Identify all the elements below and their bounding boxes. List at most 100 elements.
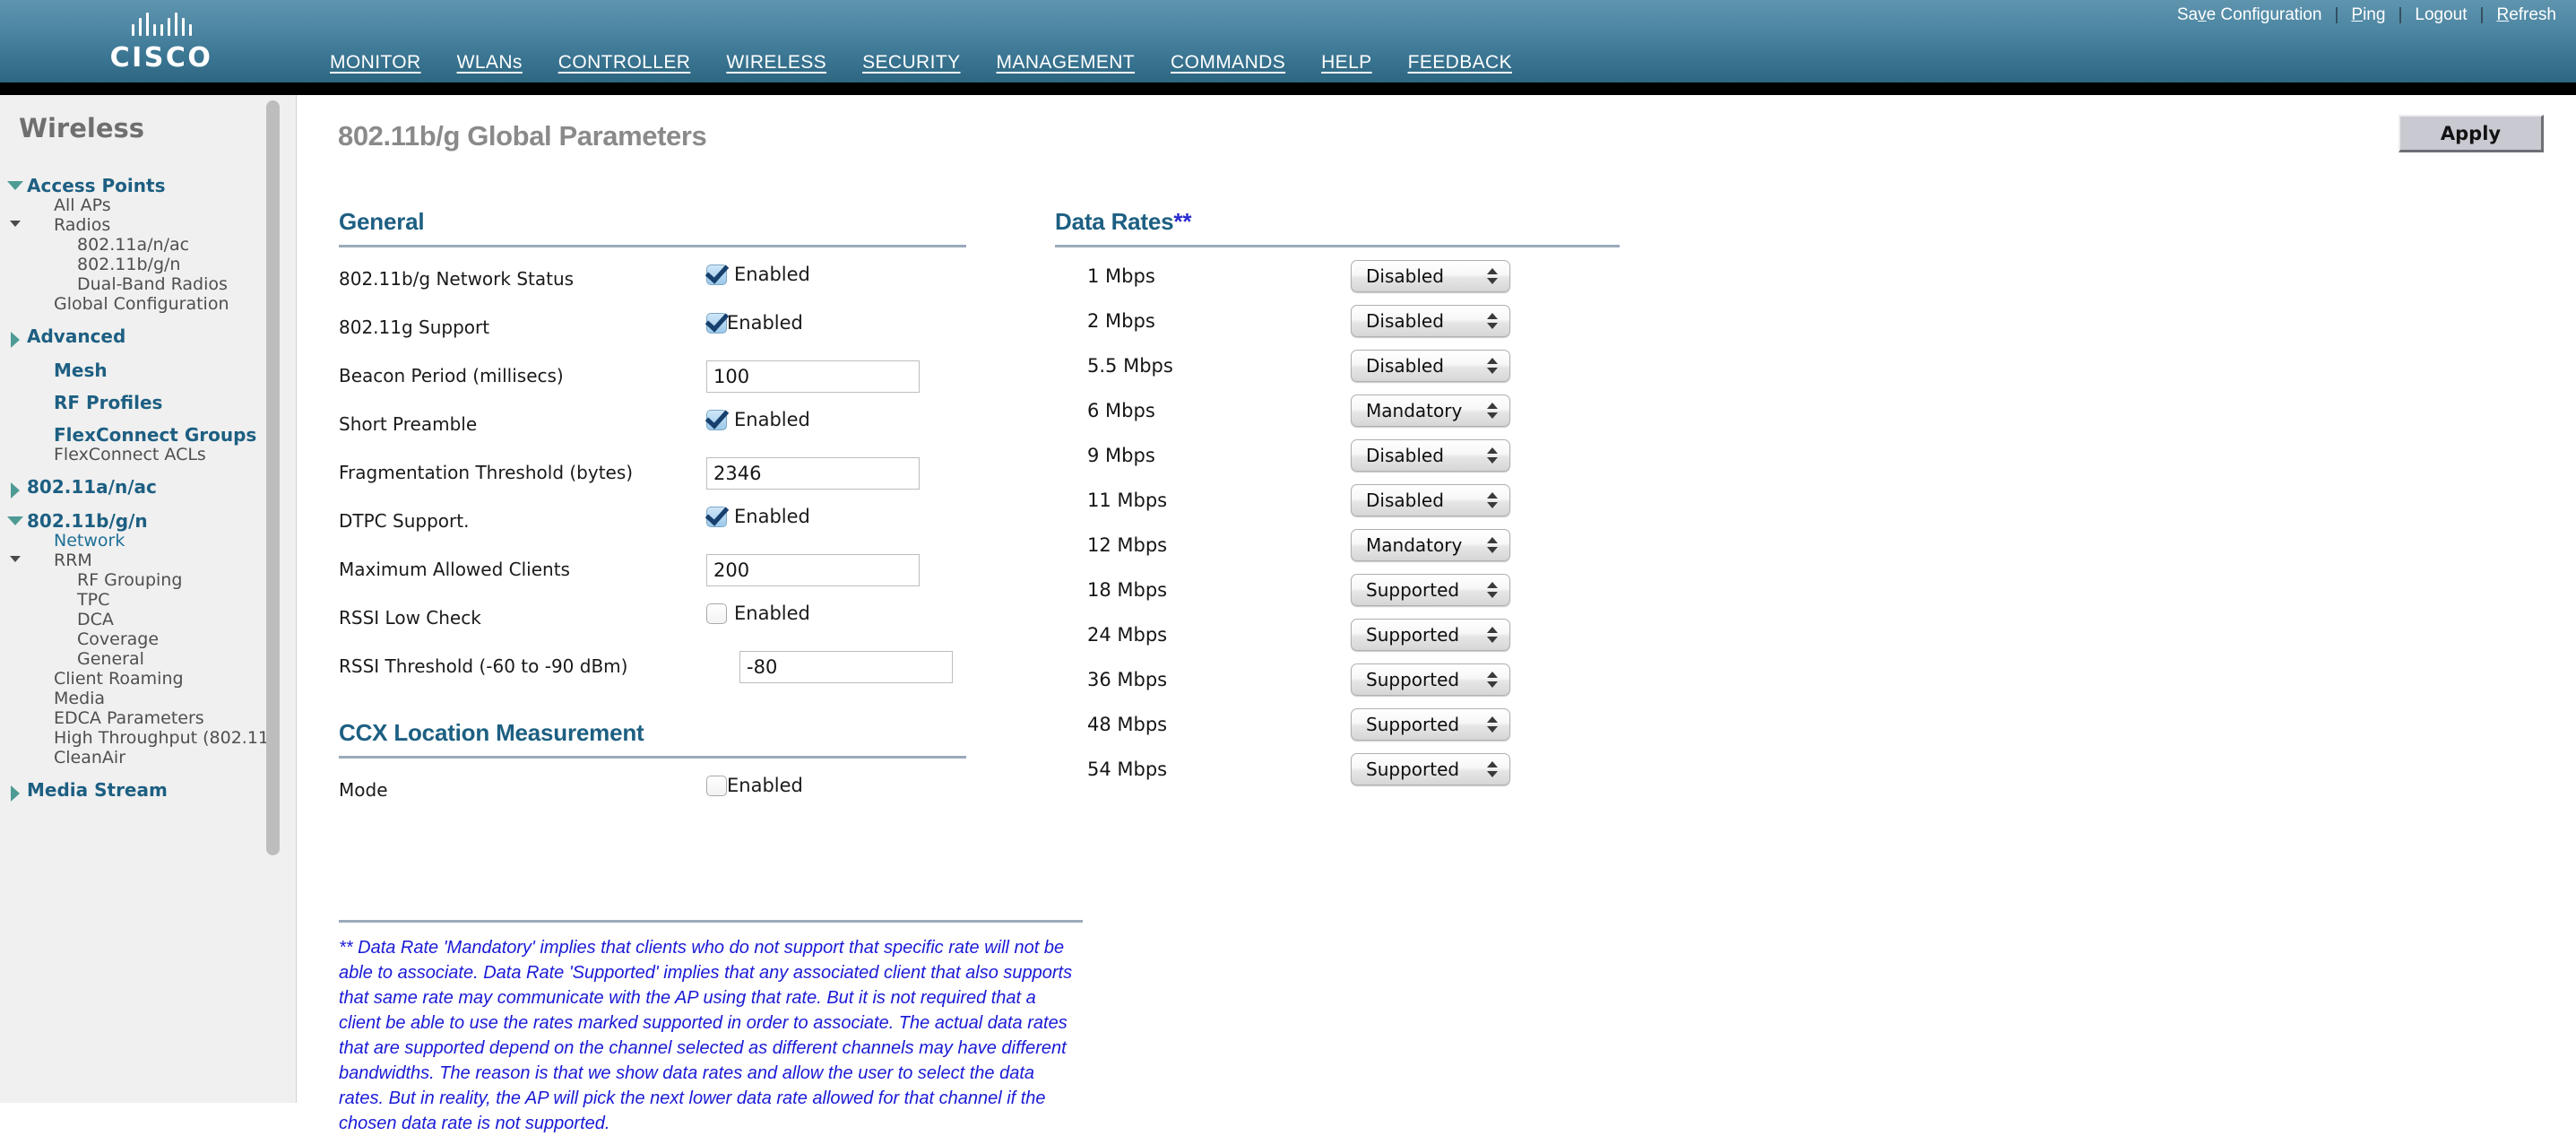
nav-item-commands[interactable]: COMMANDS	[1171, 52, 1285, 74]
nav-item-controller[interactable]: CONTROLLER	[558, 52, 691, 74]
chevron-down-icon[interactable]	[10, 556, 21, 562]
checkbox-unchecked-icon[interactable]	[706, 603, 727, 624]
nav-item-monitor[interactable]: MONITOR	[330, 52, 421, 74]
stepper-arrows-icon[interactable]	[1487, 716, 1498, 733]
nav-item-wlans[interactable]: WLANs	[457, 52, 523, 74]
nav-item-security[interactable]: SECURITY	[862, 52, 960, 74]
text-input-beacon-period-millisecs[interactable]	[706, 360, 920, 393]
sidebar-item-coverage[interactable]: Coverage	[0, 629, 296, 649]
main-navigation[interactable]: MONITOR WLANs CONTROLLER WIRELESS SECURITY MA…	[330, 52, 1512, 95]
sidebar-item-cleanair[interactable]: CleanAir	[0, 748, 296, 767]
sidebar-item-all-aps[interactable]: All APs	[0, 195, 296, 215]
stepper-arrows-icon[interactable]	[1487, 492, 1498, 508]
data-rate-select-1-mbps[interactable]: Disabled	[1351, 260, 1510, 292]
sidebar-item-advanced[interactable]: Advanced	[0, 326, 296, 348]
sidebar-item-802-11b-g-n[interactable]: 802.11b/g/n	[0, 255, 296, 274]
utility-link-refresh[interactable]: Refresh	[2496, 5, 2556, 25]
sidebar-expand-toggle[interactable]	[4, 326, 27, 348]
stepper-arrows-icon[interactable]	[1487, 447, 1498, 464]
sidebar-item-radios[interactable]: Radios	[0, 215, 296, 235]
sidebar-scrollbar-track[interactable]	[266, 98, 288, 1095]
text-input-maximum-allowed-clients[interactable]	[706, 554, 920, 586]
sidebar-tree[interactable]: Access Points All APs Radios 802.11a/n/ac 80…	[0, 143, 296, 802]
data-rate-select-11-mbps[interactable]: Disabled	[1351, 484, 1510, 516]
data-rate-select-36-mbps[interactable]: Supported	[1351, 663, 1510, 696]
checkbox-checked-icon[interactable]	[706, 506, 727, 527]
sidebar-item-high-throughput-802-11n[interactable]: High Throughput (802.11n)	[0, 728, 296, 748]
chevron-down-icon[interactable]	[7, 516, 23, 525]
stepper-arrows-icon[interactable]	[1487, 672, 1498, 688]
sidebar-expand-toggle[interactable]	[4, 215, 27, 227]
sidebar-item-tpc[interactable]: TPC	[0, 590, 296, 610]
text-input-fragmentation-threshold-bytes[interactable]	[706, 457, 920, 490]
stepper-arrows-icon[interactable]	[1487, 761, 1498, 777]
stepper-arrows-icon[interactable]	[1487, 582, 1498, 598]
apply-button[interactable]: Apply	[2399, 115, 2544, 152]
stepper-arrows-icon[interactable]	[1487, 627, 1498, 643]
sidebar-item-802-11a-n-ac[interactable]: 802.11a/n/ac	[0, 477, 296, 499]
sidebar-item-client-roaming[interactable]: Client Roaming	[0, 669, 296, 689]
sidebar-item-dual-band-radios[interactable]: Dual-Band Radios	[0, 274, 296, 294]
utility-link-logout[interactable]: Logout	[2415, 5, 2467, 25]
stepper-arrows-icon[interactable]	[1487, 358, 1498, 374]
checkbox-mode[interactable]: Enabled	[706, 775, 803, 796]
data-rate-select-48-mbps[interactable]: Supported	[1351, 708, 1510, 741]
chevron-down-icon[interactable]	[7, 181, 23, 190]
stepper-arrows-icon[interactable]	[1487, 403, 1498, 419]
data-rate-select-54-mbps[interactable]: Supported	[1351, 753, 1510, 785]
sidebar-expand-toggle[interactable]	[4, 780, 27, 802]
utility-link-save-configuration[interactable]: Save Configuration	[2177, 5, 2322, 25]
checkbox-checked-icon[interactable]	[706, 264, 727, 285]
data-rate-select-24-mbps[interactable]: Supported	[1351, 619, 1510, 651]
sidebar-item-mesh[interactable]: Mesh	[0, 360, 296, 380]
sidebar-item-media-stream[interactable]: Media Stream	[0, 780, 296, 802]
sidebar-expand-toggle[interactable]	[4, 511, 27, 525]
stepper-arrows-icon[interactable]	[1487, 268, 1498, 284]
data-rate-select-12-mbps[interactable]: Mandatory	[1351, 529, 1510, 561]
nav-item-help[interactable]: HELP	[1321, 52, 1371, 74]
sidebar-item-802-11a-n-ac[interactable]: 802.11a/n/ac	[0, 235, 296, 255]
text-input-rssi-threshold-60-to-90-dbm[interactable]	[739, 651, 953, 683]
sidebar-item-access-points[interactable]: Access Points	[0, 176, 296, 195]
sidebar-item-edca-parameters[interactable]: EDCA Parameters	[0, 708, 296, 728]
sidebar-expand-toggle[interactable]	[4, 551, 27, 562]
sidebar-item-dca[interactable]: DCA	[0, 610, 296, 629]
checkbox-unchecked-icon[interactable]	[706, 775, 727, 796]
checkbox-short-preamble[interactable]: Enabled	[706, 409, 810, 430]
chevron-down-icon[interactable]	[10, 221, 21, 227]
sidebar-item-network[interactable]: Network	[0, 531, 296, 551]
checkbox-802-11g-support[interactable]: Enabled	[706, 312, 803, 334]
sidebar-scrollbar-thumb[interactable]	[266, 100, 280, 855]
sidebar-item-rf-grouping[interactable]: RF Grouping	[0, 570, 296, 590]
data-rate-select-18-mbps[interactable]: Supported	[1351, 574, 1510, 606]
utility-link-ping[interactable]: Ping	[2351, 5, 2385, 25]
nav-item-wireless[interactable]: WIRELESS	[715, 52, 837, 95]
sidebar-item-media[interactable]: Media	[0, 689, 296, 708]
header-utility-links[interactable]: Save Configuration | Ping | Logout | Refresh	[2177, 5, 2556, 25]
sidebar-expand-toggle[interactable]	[4, 477, 27, 499]
checkbox-rssi-low-check[interactable]: Enabled	[706, 603, 810, 624]
nav-item-feedback[interactable]: FEEDBACK	[1408, 52, 1512, 74]
nav-item-management[interactable]: MANAGEMENT	[997, 52, 1136, 74]
checkbox-dtpc-support[interactable]: Enabled	[706, 506, 810, 527]
data-rate-select-6-mbps[interactable]: Mandatory	[1351, 395, 1510, 427]
sidebar-item-802-11b-g-n[interactable]: 802.11b/g/n	[0, 511, 296, 531]
checkbox-checked-icon[interactable]	[706, 409, 727, 430]
sidebar-item-flexconnect-acls[interactable]: FlexConnect ACLs	[0, 445, 296, 464]
sidebar-expand-toggle[interactable]	[4, 176, 27, 190]
chevron-right-icon[interactable]	[11, 332, 20, 348]
sidebar-item-rrm[interactable]: RRM	[0, 551, 296, 570]
data-rate-select-2-mbps[interactable]: Disabled	[1351, 305, 1510, 337]
stepper-arrows-icon[interactable]	[1487, 537, 1498, 553]
data-rate-select-5-5-mbps[interactable]: Disabled	[1351, 350, 1510, 382]
sidebar-item-global-configuration[interactable]: Global Configuration	[0, 294, 296, 314]
checkbox-802-11b-g-network-status[interactable]: Enabled	[706, 264, 810, 285]
sidebar-item-flexconnect-groups[interactable]: FlexConnect Groups	[0, 425, 296, 445]
data-rate-select-9-mbps[interactable]: Disabled	[1351, 439, 1510, 472]
checkbox-checked-icon[interactable]	[706, 312, 727, 334]
sidebar-item-general[interactable]: General	[0, 649, 296, 669]
chevron-right-icon[interactable]	[11, 482, 20, 499]
sidebar-item-rf-profiles[interactable]: RF Profiles	[0, 393, 296, 412]
chevron-right-icon[interactable]	[11, 785, 20, 802]
stepper-arrows-icon[interactable]	[1487, 313, 1498, 329]
